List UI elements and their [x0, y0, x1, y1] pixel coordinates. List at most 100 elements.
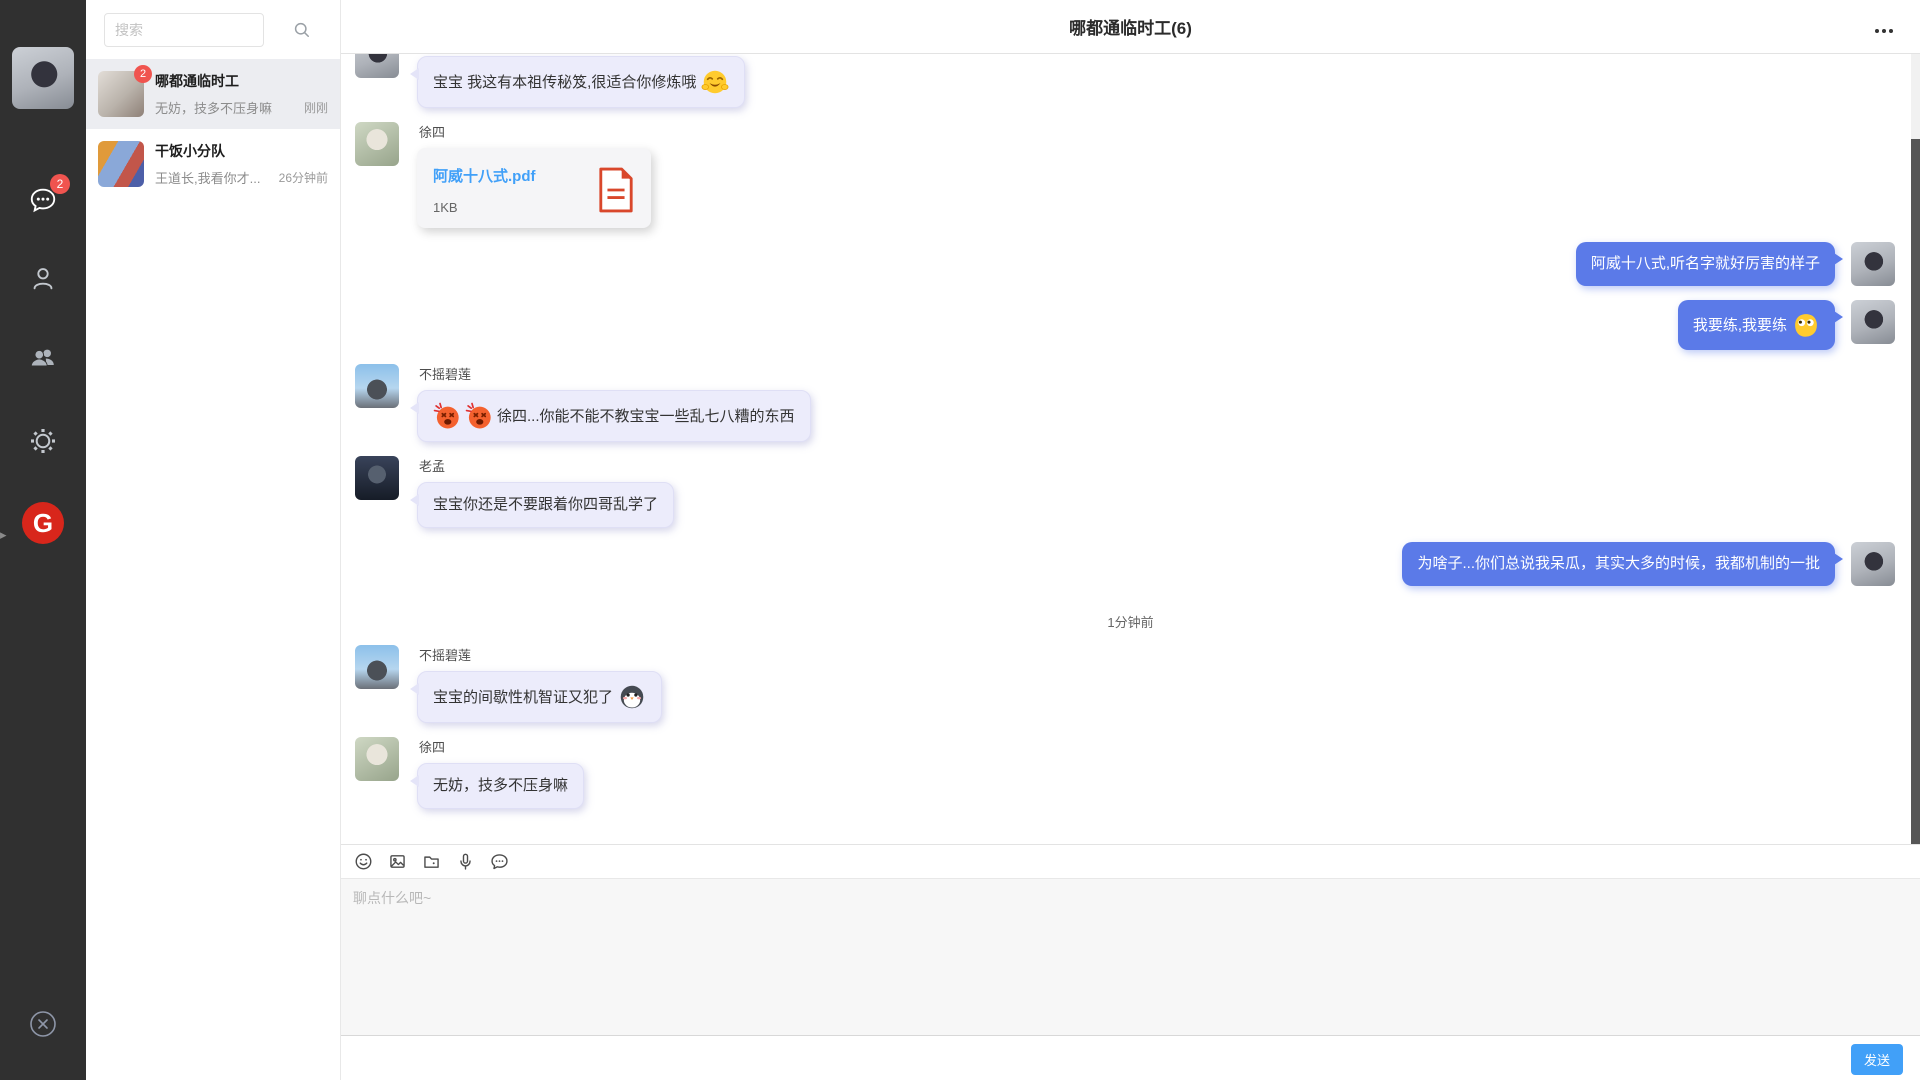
message-avatar[interactable]: [1851, 242, 1895, 286]
file-name[interactable]: 阿威十八式.pdf: [433, 165, 536, 186]
search-row: [86, 0, 340, 59]
emoji-icon[interactable]: [353, 851, 374, 872]
sidebar-item-contacts[interactable]: [0, 263, 86, 293]
sidebar-item-close[interactable]: [0, 1010, 86, 1038]
sidebar-item-settings[interactable]: [0, 425, 86, 457]
search-input[interactable]: [104, 13, 264, 47]
settings-gear-icon: [27, 425, 59, 457]
message-area: 宝宝 我这有本祖传秘笈,很适合你修炼哦 徐四 阿威十八式.pdf 1KB 阿威十…: [341, 54, 1920, 844]
angry-emoji: [465, 402, 493, 430]
unread-badge: 2: [134, 65, 152, 83]
message-avatar[interactable]: [1851, 300, 1895, 344]
message-row: 不摇碧莲 宝宝的间歇性机智证又犯了: [341, 645, 1920, 723]
message-bubble[interactable]: 宝宝的间歇性机智证又犯了: [417, 671, 662, 723]
user-avatar[interactable]: [12, 47, 74, 109]
message-row: 我要练,我要练: [341, 300, 1920, 350]
scrollbar-thumb[interactable]: [1911, 139, 1920, 844]
conversation-pane: 哪都通临时工(6) 宝宝 我这有本祖传秘笈,很适合你修炼哦 徐四 阿威十八式.p…: [341, 0, 1920, 1080]
sender-name: 徐四: [419, 737, 584, 756]
message-row: 为啥子...你们总说我呆瓜，其实大多的时候，我都机制的一批: [341, 542, 1920, 586]
chat-list-items: 2 哪都通临时工 无妨，技多不压身嘛 刚刚 干饭小分队 王道长,我看你才... …: [86, 59, 340, 199]
time-divider: 1分钟前: [341, 612, 1920, 631]
chat-item-time: 26分钟前: [279, 169, 328, 186]
contacts-icon: [28, 263, 58, 293]
message-avatar[interactable]: [355, 364, 399, 408]
composer-toolbar: [341, 845, 1920, 878]
message-bubble[interactable]: 宝宝 我这有本祖传秘笈,很适合你修炼哦: [417, 56, 745, 108]
file-info: 阿威十八式.pdf 1KB: [433, 165, 536, 215]
close-circle-icon: [29, 1010, 57, 1038]
message-avatar[interactable]: [355, 54, 399, 78]
group-icon: [28, 343, 58, 373]
message-content: 阿威十八式,听名字就好厉害的样子: [1576, 242, 1835, 286]
message-avatar[interactable]: [355, 737, 399, 781]
message-bubble[interactable]: 宝宝你还是不要跟着你四哥乱学了: [417, 482, 674, 528]
chat-item-title: 干饭小分队: [155, 141, 328, 161]
message-text: 宝宝的间歇性机智证又犯了: [433, 689, 613, 706]
send-button[interactable]: 发送: [1851, 1044, 1903, 1075]
chat-list-panel: 2 哪都通临时工 无妨，技多不压身嘛 刚刚 干饭小分队 王道长,我看你才... …: [86, 0, 341, 1080]
message-content: 不摇碧莲 宝宝的间歇性机智证又犯了: [417, 645, 662, 723]
file-size: 1KB: [433, 200, 536, 215]
chat-item-title: 哪都通临时工: [155, 71, 328, 91]
collapse-arrow[interactable]: ▸: [0, 528, 7, 541]
message-avatar[interactable]: [355, 645, 399, 689]
chat-item-preview: 无妨，技多不压身嘛: [155, 98, 298, 117]
message-row: 徐四 无妨，技多不压身嘛: [341, 737, 1920, 809]
mic-icon[interactable]: [455, 851, 476, 872]
shifty-emoji: [1792, 311, 1820, 339]
pdf-file-icon: [597, 167, 635, 213]
message-content: 老孟 宝宝你还是不要跟着你四哥乱学了: [417, 456, 674, 528]
chat-list-item[interactable]: 干饭小分队 王道长,我看你才... 26分钟前: [86, 129, 340, 199]
chat-avatar: 2: [98, 71, 144, 117]
message-avatar[interactable]: [355, 122, 399, 166]
message-row: 不摇碧莲 徐四...你能不能不教宝宝一些乱七八糟的东西: [341, 364, 1920, 442]
message-bubble[interactable]: 徐四...你能不能不教宝宝一些乱七八糟的东西: [417, 390, 811, 442]
message-content: 宝宝 我这有本祖传秘笈,很适合你修炼哦: [417, 56, 745, 108]
message-text: 为啥子...你们总说我呆瓜，其实大多的时候，我都机制的一批: [1417, 555, 1820, 572]
hug-emoji: [701, 68, 729, 96]
sidebar-item-groups[interactable]: [0, 343, 86, 373]
scrollbar-track[interactable]: [1911, 54, 1920, 844]
message-bubble[interactable]: 无妨，技多不压身嘛: [417, 763, 584, 809]
message-input[interactable]: [341, 878, 1920, 1035]
message-avatar[interactable]: [355, 456, 399, 500]
image-icon[interactable]: [387, 851, 408, 872]
message-content: 徐四 无妨，技多不压身嘛: [417, 737, 584, 809]
more-menu-button[interactable]: [1870, 17, 1898, 43]
message-content: 为啥子...你们总说我呆瓜，其实大多的时候，我都机制的一批: [1402, 542, 1835, 586]
chat-list-item[interactable]: 2 哪都通临时工 无妨，技多不压身嘛 刚刚: [86, 59, 340, 129]
message-content: 徐四 阿威十八式.pdf 1KB: [417, 122, 651, 228]
message-row: 宝宝 我这有本祖传秘笈,很适合你修炼哦: [341, 56, 1920, 108]
chat-item-preview: 王道长,我看你才...: [155, 168, 273, 187]
unread-badge: 2: [50, 174, 70, 194]
app-window: 2: [0, 0, 1920, 1080]
message-row: 徐四 阿威十八式.pdf 1KB: [341, 122, 1920, 228]
message-text: 无妨，技多不压身嘛: [433, 777, 568, 794]
message-row: 阿威十八式,听名字就好厉害的样子: [341, 242, 1920, 286]
conversation-title: 哪都通临时工(6): [1069, 14, 1192, 39]
sidebar-item-chats[interactable]: [0, 185, 86, 215]
message-avatar[interactable]: [1851, 542, 1895, 586]
message-text: 宝宝你还是不要跟着你四哥乱学了: [433, 496, 658, 513]
ellipsis-icon: [1874, 28, 1894, 34]
sender-name: 老孟: [419, 456, 674, 475]
g-logo: G: [22, 502, 64, 544]
sender-name: 徐四: [419, 122, 651, 141]
nav-rail: 2: [0, 0, 86, 1080]
message-bubble[interactable]: 为啥子...你们总说我呆瓜，其实大多的时候，我都机制的一批: [1402, 542, 1835, 586]
chat-item-main: 哪都通临时工 无妨，技多不压身嘛 刚刚: [155, 71, 328, 117]
message-bubble[interactable]: 阿威十八式,听名字就好厉害的样子: [1576, 242, 1835, 286]
message-text: 阿威十八式,听名字就好厉害的样子: [1591, 255, 1820, 272]
search-icon[interactable]: [292, 20, 312, 40]
sidebar-item-g-app[interactable]: G: [0, 502, 86, 544]
message-text: 宝宝 我这有本祖传秘笈,很适合你修炼哦: [433, 74, 696, 91]
sender-name: 不摇碧莲: [419, 364, 811, 383]
message-icon[interactable]: [489, 851, 510, 872]
message-text: 我要练,我要练: [1693, 317, 1787, 334]
folder-icon[interactable]: [421, 851, 442, 872]
chat-item-time: 刚刚: [304, 99, 328, 116]
file-card[interactable]: 阿威十八式.pdf 1KB: [417, 148, 651, 228]
message-row: 老孟 宝宝你还是不要跟着你四哥乱学了: [341, 456, 1920, 528]
message-bubble[interactable]: 我要练,我要练: [1678, 300, 1835, 350]
